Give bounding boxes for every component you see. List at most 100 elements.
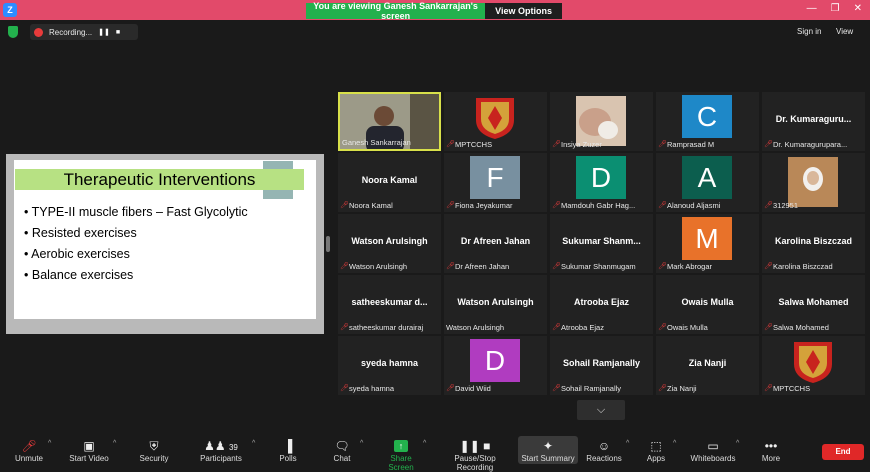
more-icon: ••• (764, 439, 778, 453)
view-button[interactable]: View (836, 27, 853, 36)
stop-recording-icon[interactable]: ■ (116, 29, 120, 36)
participant-name: David Wiid (455, 384, 491, 393)
mic-off-icon: 🎤︎ (340, 384, 349, 392)
split-divider-handle[interactable] (326, 236, 330, 252)
participant-name-label: 🎤︎ Fiona Jeyakumar (446, 201, 513, 210)
chevron-up-icon[interactable]: ^ (252, 440, 255, 447)
participant-tile[interactable]: Salwa Mohamed 🎤︎ Salwa Mohamed (762, 275, 865, 334)
chat-button[interactable]: 🗨︎ Chat (330, 438, 354, 463)
unmute-button[interactable]: 🎤︎ Unmute (14, 438, 44, 463)
chevron-up-icon[interactable]: ^ (48, 440, 51, 447)
pause-recording-label: Pause/Stop Recording (454, 454, 496, 472)
participant-display-name: Karolina Biszczad (774, 236, 853, 246)
chevron-up-icon[interactable]: ^ (673, 440, 676, 447)
record-icon (34, 27, 43, 37)
participant-tile[interactable]: C 🎤︎ Ramprasad M (656, 92, 759, 151)
chevron-up-icon[interactable]: ^ (736, 440, 739, 447)
participant-name: Insiya Zuzer (561, 140, 602, 149)
whiteboards-button[interactable]: ▭ Whiteboards (690, 438, 736, 463)
participant-tile[interactable]: Karolina Biszczad 🎤︎ Karolina Biszczad (762, 214, 865, 273)
reactions-button[interactable]: ☺ Reactions (586, 438, 622, 463)
participant-name-label: 🎤︎ MPTCCHS (764, 384, 810, 393)
participant-name-label: 🎤︎ Watson Arulsingh (340, 262, 407, 271)
participant-tile[interactable]: syeda hamna 🎤︎ syeda hamna (338, 336, 441, 395)
participant-initial-avatar: D (576, 156, 626, 199)
whiteboard-icon: ▭ (707, 439, 719, 453)
participant-tile[interactable]: Watson Arulsingh Watson Arulsingh (444, 275, 547, 334)
participant-tile[interactable]: 🎤︎ MPTCCHS (444, 92, 547, 151)
end-meeting-button[interactable]: End (822, 444, 864, 460)
participants-icon: ♟♟ 39 (204, 439, 238, 453)
unmute-label: Unmute (14, 454, 43, 463)
polls-button[interactable]: ▐ Polls (276, 438, 300, 463)
participant-initial-avatar: A (682, 156, 732, 199)
security-button[interactable]: ⛨ Security (138, 438, 170, 463)
participant-tile[interactable]: Owais Mulla 🎤︎ Owais Mulla (656, 275, 759, 334)
mic-off-icon: 🎤︎ (552, 323, 561, 331)
maximize-icon[interactable]: ❐ (831, 3, 840, 14)
apps-button[interactable]: ⬚ Apps (645, 438, 667, 463)
participant-tile[interactable]: 🎤︎ MPTCCHS (762, 336, 865, 395)
participant-name-label: 🎤︎ MPTCCHS (446, 140, 492, 149)
chevron-up-icon[interactable]: ^ (423, 440, 426, 447)
participant-name-label: 🎤︎ satheeskumar durairaj (340, 323, 423, 332)
slide-bullets: TYPE-II muscle fibers – Fast Glycolytic … (24, 202, 248, 286)
participant-tile[interactable]: Dr. Kumaraguru... 🎤︎ Dr. Kumaragurupara... (762, 92, 865, 151)
window-controls: — ❐ ✕ (807, 3, 862, 14)
participant-name: Mamdouh Gabr Hag... (561, 201, 636, 210)
view-options-button[interactable]: View Options (485, 3, 562, 19)
chevron-down-icon[interactable]: ⌵ (577, 400, 625, 420)
mic-off-icon: 🎤︎ (446, 262, 455, 270)
participant-tile[interactable]: Noora Kamal 🎤︎ Noora Kamal (338, 153, 441, 212)
participant-name-label: 🎤︎ Dr Afreen Jahan (446, 262, 509, 271)
participant-tile[interactable]: Sukumar Shanm... 🎤︎ Sukumar Shanmugam (550, 214, 653, 273)
participant-tile[interactable]: Atrooba Ejaz 🎤︎ Atrooba Ejaz (550, 275, 653, 334)
participant-name: Alanoud Aljasmi (667, 201, 721, 210)
participant-tile[interactable]: Ganesh Sankarrajan (338, 92, 441, 151)
participants-button[interactable]: ♟♟ 39 Participants (198, 438, 244, 463)
participant-name-label: 🎤︎ Karolina Biszczad (764, 262, 833, 271)
participant-name: Owais Mulla (667, 323, 708, 332)
shared-screen: Therapeutic Interventions TYPE-II muscle… (6, 154, 324, 334)
slide-page: Therapeutic Interventions TYPE-II muscle… (14, 160, 316, 319)
participant-tile[interactable]: D 🎤︎ David Wiid (444, 336, 547, 395)
participant-tile[interactable]: M 🎤︎ Mark Abrogar (656, 214, 759, 273)
sign-in-link[interactable]: Sign in (797, 27, 821, 36)
mic-off-icon: 🎤︎ (446, 384, 455, 392)
participant-name-label: 🎤︎ Salwa Mohamed (764, 323, 829, 332)
participant-name-label: 🎤︎ Atrooba Ejaz (552, 323, 604, 332)
more-button[interactable]: ••• More (760, 438, 782, 463)
chevron-up-icon[interactable]: ^ (360, 440, 363, 447)
start-video-label: Start Video (69, 454, 109, 463)
close-icon[interactable]: ✕ (854, 3, 862, 14)
start-summary-button[interactable]: ✦ Start Summary (518, 436, 578, 464)
pause-recording-icon[interactable]: ❚❚ (98, 28, 110, 36)
mic-off-icon: 🎤︎ (340, 262, 349, 270)
participant-name: 312951 (773, 201, 799, 210)
minimize-icon[interactable]: — (807, 3, 817, 14)
participant-tile[interactable]: D 🎤︎ Mamdouh Gabr Hag... (550, 153, 653, 212)
participant-tile[interactable]: 🎤︎ Insiya Zuzer (550, 92, 653, 151)
chevron-up-icon[interactable]: ^ (113, 440, 116, 447)
chevron-up-icon[interactable]: ^ (626, 440, 629, 447)
participant-tile[interactable]: Zia Nanji 🎤︎ Zia Nanji (656, 336, 759, 395)
participant-name-label: Ganesh Sankarrajan (342, 138, 411, 147)
reactions-icon: ☺ (597, 439, 611, 453)
shield-icon[interactable] (8, 26, 18, 38)
participant-tile[interactable]: Watson Arulsingh 🎤︎ Watson Arulsingh (338, 214, 441, 273)
slide-bullet: Aerobic exercises (24, 244, 248, 265)
start-video-button[interactable]: ▣ Start Video (66, 438, 112, 463)
participant-name-label: 🎤︎ Mamdouh Gabr Hag... (552, 201, 635, 210)
participant-name: syeda hamna (349, 384, 395, 393)
participant-tile[interactable]: Dr Afreen Jahan 🎤︎ Dr Afreen Jahan (444, 214, 547, 273)
participant-name: Sukumar Shanmugam (561, 262, 636, 271)
participant-tile[interactable]: A 🎤︎ Alanoud Aljasmi (656, 153, 759, 212)
participant-tile[interactable]: satheeskumar d... 🎤︎ satheeskumar durairaj (338, 275, 441, 334)
participant-tile[interactable]: Sohail Ramjanally 🎤︎ Sohail Ramjanally (550, 336, 653, 395)
zoom-logo-icon: Z (3, 3, 17, 17)
participant-initial-avatar: C (682, 95, 732, 138)
participant-tile[interactable]: 🎤︎ 312951 (762, 153, 865, 212)
participant-display-name: Watson Arulsingh (351, 236, 428, 246)
participant-name: Zia Nanji (667, 384, 697, 393)
participant-tile[interactable]: F 🎤︎ Fiona Jeyakumar (444, 153, 547, 212)
